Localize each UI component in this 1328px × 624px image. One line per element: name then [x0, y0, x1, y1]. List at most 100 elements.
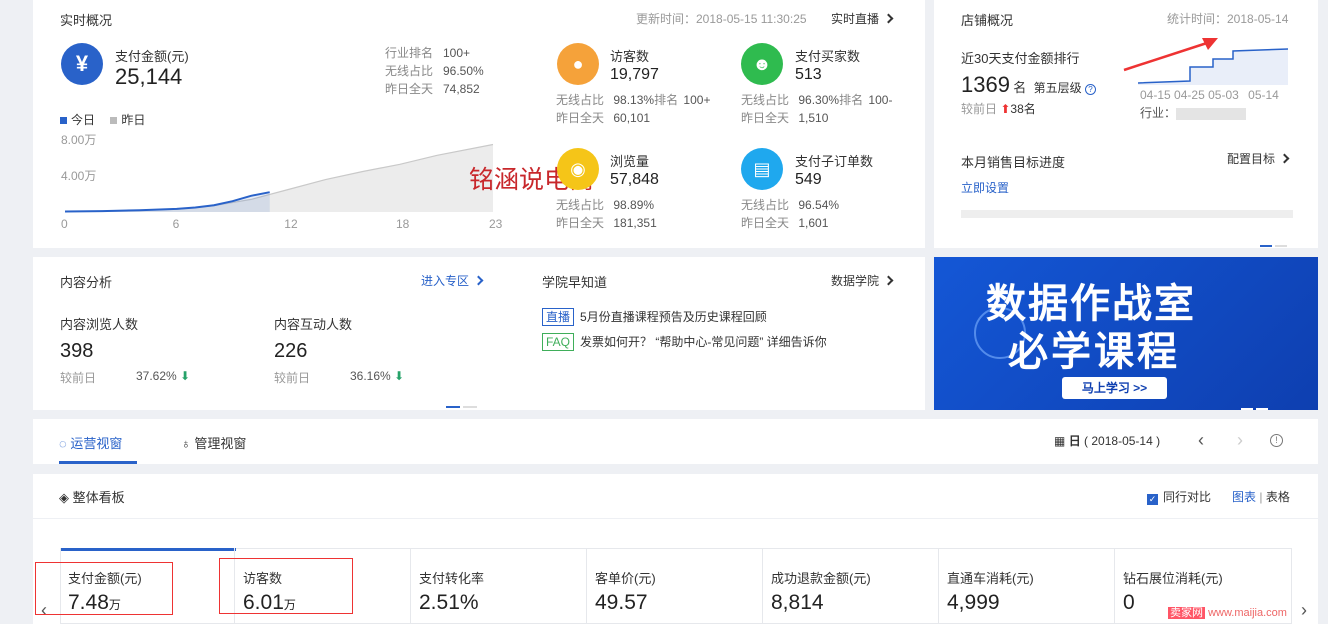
visitors-stats: 无线占比 98.13%排名 100+ 昨日全天 60,101	[556, 93, 711, 125]
views-stats: 无线占比 98.89% 昨日全天 181,351	[556, 198, 657, 230]
y-tick-label: 4.00万	[61, 169, 96, 183]
buyers-stats: 无线占比 96.30%排名 100- 昨日全天 1,510	[741, 93, 893, 125]
board-divider	[33, 518, 1318, 519]
realtime-title: 实时概况	[60, 13, 113, 28]
legend-yesterday: 昨日	[121, 113, 146, 127]
content-view-label: 内容浏览人数	[60, 317, 139, 332]
metric-value: 8,814	[771, 591, 824, 614]
config-target-link[interactable]: 配置目标	[1227, 150, 1290, 167]
tab-mgmt[interactable]: ♁ 管理视窗	[181, 433, 246, 452]
content-view-pct: 37.62% ⬇	[136, 369, 191, 383]
metric-cell[interactable]: 客单价(元) 49.57	[587, 548, 763, 624]
scroll-right-button[interactable]: ›	[1301, 600, 1307, 621]
chart-view-toggle[interactable]: 图表	[1232, 490, 1256, 504]
order-icon: ▤	[741, 148, 783, 190]
date-picker[interactable]: ▦ 日 ( 2018-05-14 )	[1054, 432, 1160, 449]
content-view-cmp: 较前日	[60, 371, 97, 385]
x-tick-label: 0	[61, 217, 68, 231]
peer-compare-checkbox[interactable]: ✓ 同行对比	[1147, 488, 1211, 505]
update-time: 更新时间：2018-05-15 11:30:25	[636, 12, 807, 26]
pay-stats-values: 100+ 96.50% 74,852	[443, 46, 484, 96]
help-icon[interactable]: ?	[1085, 84, 1097, 95]
set-now-link[interactable]: 立即设置	[961, 179, 1009, 196]
metric-label: 客单价(元)	[595, 571, 656, 586]
x-tick-label: 12	[284, 217, 298, 231]
pager-dots[interactable]	[1260, 236, 1288, 250]
banner-line2: 必学课程	[1008, 330, 1180, 374]
buyer-icon: ☻	[741, 43, 783, 85]
content-inter-label: 内容互动人数	[274, 317, 353, 332]
realtime-chart: 8.00万 4.00万 0 6 12 18 23	[61, 133, 503, 231]
promo-banner[interactable]: 数据作战室 必学课程 马上学习 >>	[934, 257, 1318, 410]
view-toggle: 图表 | 表格	[1232, 490, 1290, 504]
table-view-toggle[interactable]: 表格	[1266, 490, 1290, 504]
chevron-right-icon	[473, 275, 484, 286]
metric-label: 成功退款金额(元)	[771, 571, 871, 586]
target-title: 本月销售目标进度	[961, 155, 1066, 170]
legend-today: 今日	[71, 113, 96, 127]
blurred-value	[1176, 107, 1247, 120]
x-tick-label: 6	[173, 217, 180, 231]
banner-learn-button[interactable]: 马上学习 >>	[1062, 377, 1167, 399]
board-title: ◈ 整体看板	[59, 490, 125, 505]
buyers-value: 513	[795, 66, 822, 83]
shop-title: 店铺概况	[961, 13, 1014, 28]
banner-pager[interactable]	[1241, 399, 1269, 410]
lightbulb-icon: ♁	[181, 436, 191, 451]
metric-cell[interactable]: 支付转化率 2.51%	[411, 548, 587, 624]
content-view-value: 398	[60, 340, 94, 362]
pay-amount-value: 25,144	[115, 64, 183, 89]
stat-time: 统计时间：2018-05-14	[1167, 12, 1289, 26]
content-title: 内容分析	[60, 275, 113, 290]
yuan-icon: ¥	[61, 43, 103, 85]
chevron-right-icon	[883, 275, 894, 286]
view-tabs: ◌ 运营视窗 ♁ 管理视窗 ▦ 日 ( 2018-05-14 ) ‹ › !	[33, 419, 1318, 464]
calendar-icon: ▦	[1054, 434, 1066, 448]
target-progress-bar	[961, 210, 1293, 218]
visitors-value: 19,797	[610, 66, 659, 83]
maijia-watermark: 卖家网 www.maijia.com	[1165, 603, 1290, 621]
visitors-label: 访客数	[610, 49, 650, 64]
metric-label: 钻石展位消耗(元)	[1123, 571, 1223, 586]
views-value: 57,848	[610, 171, 659, 188]
realtime-card: 实时概况 更新时间：2018-05-15 11:30:25 实时直播 ¥ 支付金…	[33, 0, 925, 248]
data-academy-link[interactable]: 数据学院	[831, 272, 894, 289]
content-inter-pct: 36.16% ⬇	[350, 369, 405, 383]
info-icon[interactable]: !	[1270, 434, 1283, 447]
views-label: 浏览量	[610, 154, 650, 169]
academy-title: 学院早知道	[542, 275, 608, 290]
content-pager[interactable]	[446, 397, 478, 411]
trend-dates: 04-15 04-25 05-03 05-14	[1140, 88, 1279, 102]
prev-date-button[interactable]: ‹	[1198, 430, 1204, 451]
academy-item[interactable]: FAQ 发票如何开？ “帮助中心-常见问题” 详细告诉你	[542, 333, 827, 351]
tier-label: 第五层级	[1033, 81, 1082, 95]
shop-card: 店铺概况 统计时间：2018-05-14 近30天支付金额排行 1369 名 第…	[934, 0, 1318, 248]
shield-icon: ◌	[59, 436, 67, 451]
rank-unit: 名	[1013, 80, 1027, 95]
footprint-icon: ●	[557, 43, 599, 85]
buyers-label: 支付买家数	[795, 49, 861, 64]
highlight-box	[35, 562, 173, 615]
enter-zone-link[interactable]: 进入专区	[421, 272, 484, 289]
metric-value: 4,999	[947, 591, 1000, 614]
chevron-right-icon	[883, 13, 894, 24]
series-area-yesterday	[65, 144, 493, 212]
rank-title: 近30天支付金额排行	[961, 51, 1080, 66]
tab-ops-underline	[59, 461, 137, 464]
tab-ops[interactable]: ◌ 运营视窗	[59, 433, 122, 452]
metric-cell[interactable]: 成功退款金额(元) 8,814	[763, 548, 939, 624]
metric-value: 49.57	[595, 591, 648, 614]
next-date-button[interactable]: ›	[1237, 430, 1243, 451]
content-inter-cmp: 较前日	[274, 371, 311, 385]
metric-cell[interactable]: 直通车消耗(元) 4,999	[939, 548, 1115, 624]
chart-legend: 今日 昨日	[60, 111, 145, 128]
layers-icon: ◈	[59, 490, 69, 505]
academy-item[interactable]: 直播 5月份直播课程预告及历史课程回顾	[542, 308, 767, 326]
live-link-label: 实时直播	[831, 12, 880, 26]
highlight-box	[219, 558, 353, 614]
metric-label: 支付转化率	[419, 571, 485, 586]
live-link[interactable]: 实时直播	[831, 10, 894, 27]
content-inter-value: 226	[274, 340, 308, 362]
compare-line: 较前日 ⬆38名	[961, 102, 1036, 116]
industry-line: 行业：	[1140, 104, 1247, 121]
